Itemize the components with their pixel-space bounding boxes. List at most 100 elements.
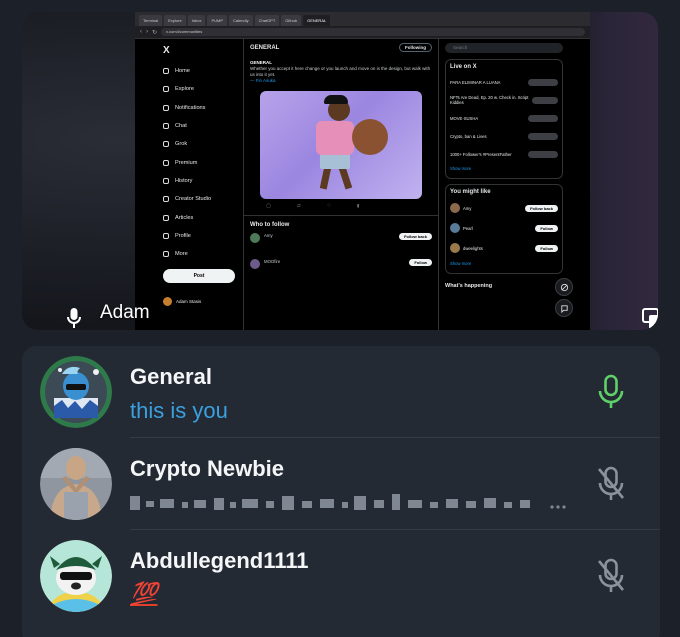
x-yml-item: dweelights Follow xyxy=(450,238,558,258)
screen-share-tile[interactable]: Terminal Explore Inbox PUMP Calendly Cha… xyxy=(22,12,658,330)
x-follow-back-button: Follow back xyxy=(399,233,432,240)
participant-name: Crypto Newbie xyxy=(130,456,285,481)
x-post-button: Post xyxy=(163,269,235,284)
x-nav-label: Chat xyxy=(175,123,187,130)
bell-icon xyxy=(163,104,169,111)
participant-name: Abdullegend1111 xyxy=(130,548,309,573)
x-right-column: Search Live on X PARA ELIMINAR A LUANA N… xyxy=(445,39,563,330)
x-live-item-text: PARA ELIMINAR A LUANA xyxy=(450,79,501,85)
browser-tab: Github xyxy=(281,14,302,26)
x-live-item: Crypto, ban & Lives xyxy=(450,127,558,145)
x-show-more: Show more xyxy=(450,261,472,266)
participant-status-blurred xyxy=(130,490,570,520)
x-tweet: GENERAL Whether you accept it here chang… xyxy=(244,56,438,88)
x-nav-label: Home xyxy=(175,68,190,75)
avatar xyxy=(40,356,112,428)
live-listeners-pill xyxy=(528,132,558,140)
x-live-title: Live on X xyxy=(450,64,477,70)
browser-tab: Explore xyxy=(164,14,186,26)
browser-tab: Terminal xyxy=(139,14,163,26)
x-live-item: 1000+ Follower's #PresentFather xyxy=(450,145,558,163)
browser-tab-active: GENERAL xyxy=(303,14,331,26)
browser-tab: Inbox xyxy=(187,14,206,26)
participant-row[interactable]: General this is you xyxy=(22,346,660,438)
retweet-icon: ⇄ xyxy=(297,203,301,208)
avatar xyxy=(250,233,260,243)
participant-status: this is you xyxy=(130,398,228,423)
chat-icon xyxy=(163,123,169,130)
bookmark-icon xyxy=(163,177,169,184)
participant-row[interactable]: Crypto Newbie xyxy=(22,438,660,530)
home-icon xyxy=(163,68,169,75)
x-live-item-text: 1000+ Follower's #PresentFather xyxy=(450,151,512,157)
copy-windows-icon[interactable] xyxy=(642,308,658,330)
participant-row[interactable]: Abdullegend1111 💯 xyxy=(22,530,660,622)
avatar xyxy=(450,223,460,233)
x-tweet-text: Whether you accept it here change or you… xyxy=(250,66,431,77)
browser-tab: ChatGPT xyxy=(254,14,280,26)
mic-muted-icon[interactable] xyxy=(596,558,626,594)
x-nav-grok: Grok xyxy=(157,135,239,153)
live-listeners-pill xyxy=(528,114,558,122)
x-nav-home: Home xyxy=(157,62,239,80)
x-live-item-text: NFTs Are Dead, Ep. 20 w. Check in. Scrip… xyxy=(450,95,529,105)
x-nav-label: Grok xyxy=(175,141,188,148)
search-icon xyxy=(163,86,169,93)
x-nav-notifications: Notifications xyxy=(157,99,239,117)
x-live-item-text: Crypto, ban & Lives xyxy=(450,133,487,139)
x-happening-title: What's happening xyxy=(445,283,493,289)
x-search-field: Search xyxy=(445,43,563,53)
x-live-item-text: MOVE-SUSHA xyxy=(450,115,479,121)
x-follow-button: Follow xyxy=(409,259,432,266)
x-nav-explore: Explore xyxy=(157,80,239,98)
avatar xyxy=(40,448,112,520)
browser-tab-strip: Terminal Explore Inbox PUMP Calendly Cha… xyxy=(135,12,590,26)
x-yml-name: dweelights xyxy=(463,245,483,251)
article-icon xyxy=(163,214,169,221)
x-yml-item: Amy Follow back xyxy=(450,198,558,218)
views-icon: ▮ xyxy=(356,203,360,208)
x-nav-more: More xyxy=(157,245,239,263)
x-yml-name: Amy xyxy=(463,205,472,211)
x-live-item: NFTs Are Dead, Ep. 20 w. Check in. Scrip… xyxy=(450,91,558,109)
x-nav-label: Profile xyxy=(175,232,191,239)
messages-float-button xyxy=(555,299,573,317)
x-following-button: Following xyxy=(399,43,432,52)
mic-muted-icon[interactable] xyxy=(596,466,626,502)
reload-icon: ↻ xyxy=(152,29,158,36)
x-nav-premium: Premium xyxy=(157,153,239,171)
x-community-title: GENERAL xyxy=(250,44,280,51)
x-logo: X xyxy=(163,45,170,56)
x-tweet-author: GENERAL xyxy=(250,60,273,65)
back-icon: ‹ xyxy=(140,29,142,35)
participant-status: 💯 xyxy=(130,582,158,607)
x-app: X Home Explore Notifications Chat Grok P… xyxy=(135,39,590,330)
person-icon xyxy=(163,232,169,239)
x-nav-history: History xyxy=(157,172,239,190)
mic-active-icon[interactable] xyxy=(596,374,626,410)
browser-address-bar: ‹ › ↻ x.com/i/communities xyxy=(135,26,590,39)
avatar xyxy=(450,243,460,253)
x-nav-label: Premium xyxy=(175,159,198,166)
x-nav-creator-studio: Creator Studio xyxy=(157,190,239,208)
grok-float-button xyxy=(555,278,573,296)
x-nav-profile: Profile xyxy=(157,227,239,245)
x-follow-button: Follow xyxy=(535,224,558,232)
browser-tab: PUMP xyxy=(207,14,228,26)
x-main-header: GENERAL Following xyxy=(244,39,438,56)
grok-icon xyxy=(163,141,169,148)
avatar xyxy=(163,297,172,307)
x-nav-articles: Articles xyxy=(157,208,239,226)
x-tweet-link: — Fin Asuka xyxy=(250,78,276,83)
avatar xyxy=(40,540,112,612)
x-follow-name: MOOfire xyxy=(264,259,281,264)
reply-icon: ◯ xyxy=(266,203,272,208)
x-yml-title: You might like xyxy=(450,189,491,195)
x-nav-chat: Chat xyxy=(157,117,239,135)
x-nav-label: Creator Studio xyxy=(175,196,212,203)
x-nav-label: Articles xyxy=(175,214,194,221)
x-follow-row: MOOfire Follow xyxy=(244,256,438,272)
x-live-card: Live on X PARA ELIMINAR A LUANA NFTs Are… xyxy=(445,59,563,179)
x-nav-label: Notifications xyxy=(175,104,206,111)
x-follow-button: Follow xyxy=(535,244,558,252)
